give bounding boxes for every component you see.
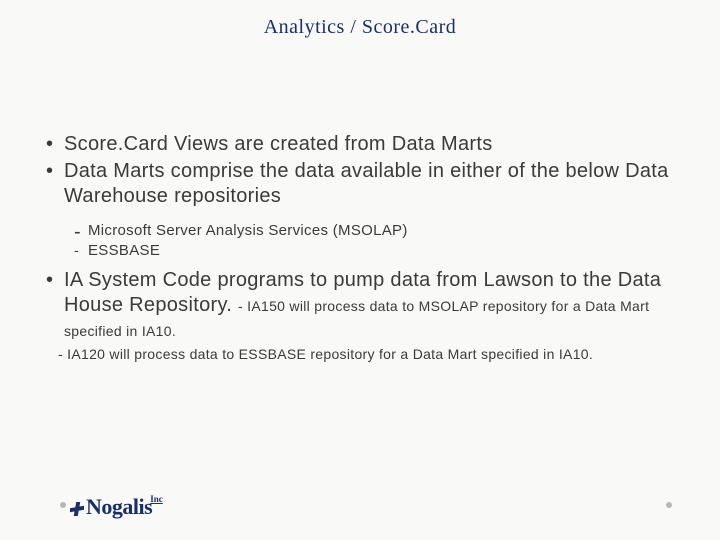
content-area: Score.Card Views are created from Data M…: [40, 132, 680, 363]
decorative-dot-icon: [666, 502, 672, 508]
decorative-dot-icon: [60, 502, 66, 508]
bullet-text: Data Marts comprise the data available i…: [64, 160, 669, 207]
bullet-item-2: Data Marts comprise the data available i…: [40, 159, 680, 209]
bullet-text: Score.Card Views are created from Data M…: [64, 133, 493, 155]
company-logo: Nogalis Inc: [70, 494, 165, 520]
sub-bullet-2: ESSBASE: [40, 241, 680, 261]
note-line-2: - IA120 will process data to ESSBASE rep…: [40, 345, 680, 364]
bullet-item-1: Score.Card Views are created from Data M…: [40, 132, 680, 157]
logo-star-icon: [70, 502, 84, 516]
footer: Nogalis Inc: [0, 482, 720, 522]
sub-bullet-1: Microsoft Server Analysis Services (MSOL…: [40, 221, 680, 241]
logo-suffix: Inc: [150, 494, 163, 504]
sub-bullet-text: ESSBASE: [88, 242, 160, 259]
slide-title: Analytics / Score.Card: [0, 16, 720, 39]
sub-bullet-text: Microsoft Server Analysis Services (MSOL…: [88, 222, 408, 239]
slide: Analytics / Score.Card Score.Card Views …: [0, 0, 720, 540]
logo-text: Nogalis: [86, 494, 152, 520]
bullet-item-3: IA System Code programs to pump data fro…: [40, 268, 680, 343]
